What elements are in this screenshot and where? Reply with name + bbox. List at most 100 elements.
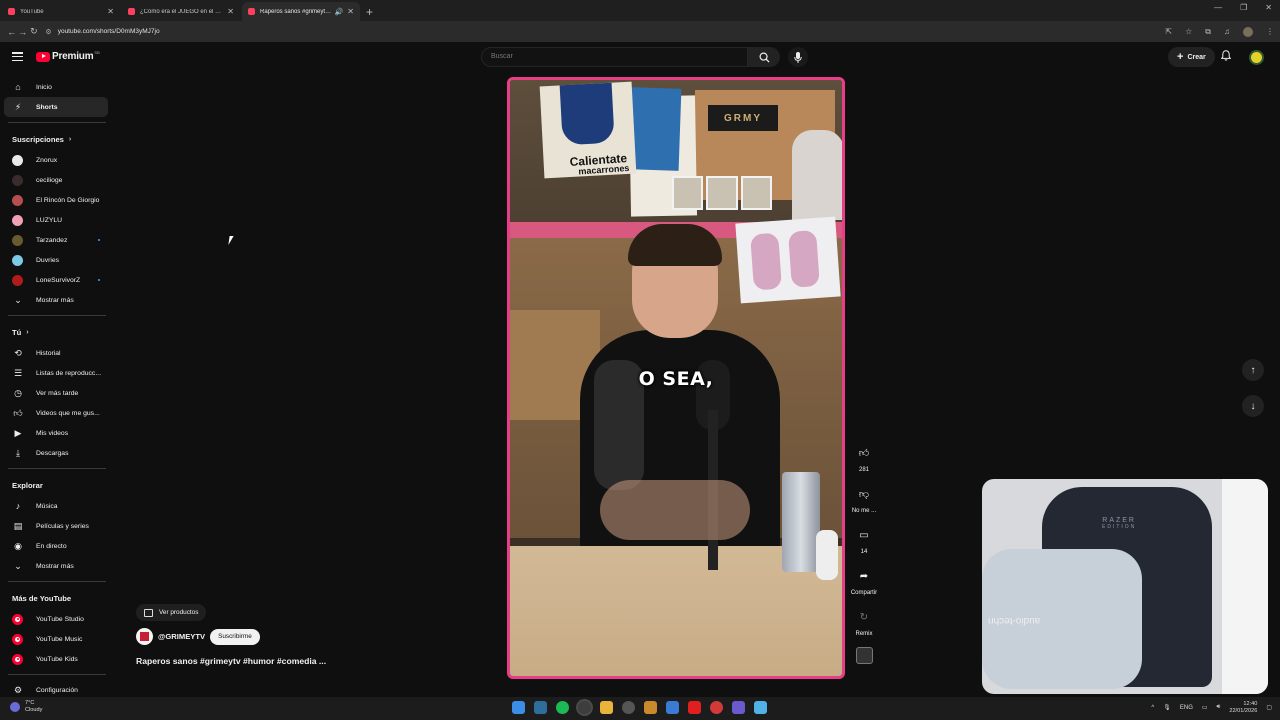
sidebar-subscription[interactable]: Tarzandez <box>4 230 108 250</box>
weather-widget[interactable]: 7°C Cloudy <box>10 700 42 713</box>
sound-thumbnail[interactable] <box>855 647 873 664</box>
more-from-youtube-heading: Más de YouTube <box>0 587 114 609</box>
subscribe-button[interactable]: Suscribirme <box>210 628 260 645</box>
mic-tray-icon[interactable]: 🎙︎ <box>1163 704 1171 711</box>
create-button[interactable]: + Crear <box>1168 47 1215 67</box>
notifications-icon[interactable]: ▢ <box>1266 704 1272 711</box>
sidebar-item-label: En directo <box>36 542 67 550</box>
forward-icon[interactable]: → <box>17 27 28 37</box>
dislike-button[interactable]: 👎︎ No me ... <box>847 483 881 514</box>
browser-profile-avatar[interactable] <box>1243 26 1254 37</box>
network-icon[interactable]: ▭ <box>1202 704 1208 711</box>
sidebar-subscription[interactable]: El Rincón De Giorgio <box>4 190 108 210</box>
clock[interactable]: 12:40 22/01/2026 <box>1229 701 1257 715</box>
notifications-bell-icon[interactable] <box>1220 50 1232 64</box>
sidebar-item-youtube-app[interactable]: YouTube Kids <box>4 649 108 669</box>
app-icon[interactable] <box>710 701 723 714</box>
volume-icon[interactable]: 🔊︎ <box>1217 704 1221 711</box>
browser-tab-juego[interactable]: ¿Cómo era el JUEGO en el PRIM ✕ <box>122 2 240 21</box>
steam-icon[interactable] <box>534 701 547 714</box>
chevron-down-icon: ⌄ <box>14 560 22 571</box>
sidebar-item-my-videos[interactable]: ▶ Mis videos <box>4 423 108 443</box>
site-info-icon[interactable]: ⚙ <box>45 28 51 36</box>
sidebar-item-download[interactable]: ⤓ Descargas <box>4 443 108 463</box>
subscriptions-heading[interactable]: Suscripciones › <box>0 128 114 150</box>
sidebar-subscription[interactable]: Znorux <box>4 150 108 170</box>
view-products-button[interactable]: Ver productos <box>136 604 207 621</box>
share-button[interactable]: ➦ Compartir <box>847 565 881 596</box>
browser-tab-raperos[interactable]: Raperos sanos #grimeytv # 🔊 ✕ <box>242 2 360 21</box>
voice-search-button[interactable] <box>788 47 808 67</box>
close-tab-icon[interactable]: ✕ <box>347 7 354 16</box>
like-button[interactable]: 👍︎ 281 <box>847 442 881 473</box>
youtube-app-icon[interactable] <box>688 701 701 714</box>
show-more-subscriptions[interactable]: ⌄ Mostrar más <box>4 290 108 310</box>
back-icon[interactable]: ← <box>6 27 17 37</box>
youtube-premium-logo[interactable]: Premium SB <box>36 50 100 62</box>
search-button[interactable] <box>748 47 780 67</box>
sidebar-item-youtube-app[interactable]: YouTube Studio <box>4 609 108 629</box>
channel-avatar[interactable] <box>136 628 153 645</box>
wallet-icon[interactable] <box>644 701 657 714</box>
restore-icon[interactable]: ❐ <box>1240 3 1247 12</box>
new-tab-button[interactable]: + <box>366 5 373 19</box>
remix-icon: ↻ <box>853 606 875 628</box>
close-window-icon[interactable]: ✕ <box>1265 3 1272 12</box>
sidebar-item-music[interactable]: ♪ Música <box>4 496 108 516</box>
extensions-icon[interactable]: ⧉ <box>1205 27 1211 37</box>
windows-start-icon[interactable] <box>512 701 525 714</box>
sidebar-divider <box>8 315 106 316</box>
sidebar-item-history[interactable]: ⟲ Historial <box>4 343 108 363</box>
account-avatar[interactable] <box>1249 50 1264 65</box>
speaker-icon[interactable]: 🔊 <box>335 8 344 16</box>
shorts-video-player[interactable]: GRMY Calientate macarrones O SEA, <box>507 77 845 679</box>
file-explorer-icon[interactable] <box>600 701 613 714</box>
store-icon[interactable] <box>666 701 679 714</box>
bookmark-star-icon[interactable]: ☆ <box>1185 27 1192 36</box>
sidebar-subscription[interactable]: cecilioge <box>4 170 108 190</box>
menu-icon[interactable] <box>12 52 23 62</box>
channel-name[interactable]: @GRIMEYTV <box>158 632 205 641</box>
close-tab-icon[interactable]: ✕ <box>107 7 114 16</box>
chevron-up-icon[interactable]: ^ <box>1151 705 1154 711</box>
url-field[interactable]: ⚙ youtube.com/shorts/D0mM3yMJ7jo <box>45 24 1165 39</box>
sidebar-item-watch-later[interactable]: ◷ Ver más tarde <box>4 383 108 403</box>
sidebar-item-inicio[interactable]: ⌂ Inicio <box>4 77 108 97</box>
language-indicator[interactable]: ENG <box>1180 705 1193 711</box>
sidebar-item-label: Tarzandez <box>36 236 68 244</box>
you-heading[interactable]: Tú › <box>0 321 114 343</box>
sidebar-item-shorts[interactable]: ⚡ Shorts <box>4 97 108 117</box>
next-short-button[interactable]: ↓ <box>1242 395 1264 417</box>
search-input[interactable]: Buscar <box>481 47 748 67</box>
sidebar-subscription[interactable]: Duvries <box>4 250 108 270</box>
sidebar-divider <box>8 674 106 675</box>
short-title[interactable]: Raperos sanos #grimeytv #humor #comedia … <box>136 656 326 666</box>
youtube-logo-icon <box>36 51 50 62</box>
sidebar-item-live[interactable]: ◉ En directo <box>4 536 108 556</box>
open-in-app-icon[interactable]: ⇱ <box>1165 27 1172 36</box>
spotify-icon[interactable] <box>556 701 569 714</box>
discord-icon[interactable] <box>732 701 745 714</box>
sidebar-item-film[interactable]: ▤ Películas y series <box>4 516 108 536</box>
chrome-icon[interactable] <box>578 701 591 714</box>
sidebar-item-label: Configuración <box>36 686 78 694</box>
minimize-icon[interactable]: — <box>1214 3 1222 12</box>
show-more-explore[interactable]: ⌄ Mostrar más <box>4 556 108 576</box>
sidebar-item-youtube-app[interactable]: YouTube Music <box>4 629 108 649</box>
notepad-icon[interactable] <box>754 701 767 714</box>
close-tab-icon[interactable]: ✕ <box>227 7 234 16</box>
remix-button[interactable]: ↻ Remix <box>847 606 881 637</box>
obs-icon[interactable] <box>622 701 635 714</box>
comments-button[interactable]: ▭ 14 <box>847 524 881 555</box>
previous-short-button[interactable]: ↑ <box>1242 359 1264 381</box>
video-photo-cutout <box>792 130 842 220</box>
sidebar-subscription[interactable]: LoneSurvivorZ <box>4 270 108 290</box>
browser-tab-youtube[interactable]: YouTube ✕ <box>2 2 120 21</box>
browser-menu-icon[interactable]: ⋮ <box>1266 27 1274 36</box>
reload-icon[interactable]: ↻ <box>28 26 39 37</box>
shorts-icon: ⚡ <box>14 101 22 112</box>
sidebar-item-liked[interactable]: 👍︎ Videos que me gus... <box>4 403 108 423</box>
sidebar-subscription[interactable]: LUZYLU <box>4 210 108 230</box>
sidebar-item-playlist[interactable]: ☰ Listas de reproducc... <box>4 363 108 383</box>
media-controls-icon[interactable]: ♫ <box>1224 27 1230 36</box>
